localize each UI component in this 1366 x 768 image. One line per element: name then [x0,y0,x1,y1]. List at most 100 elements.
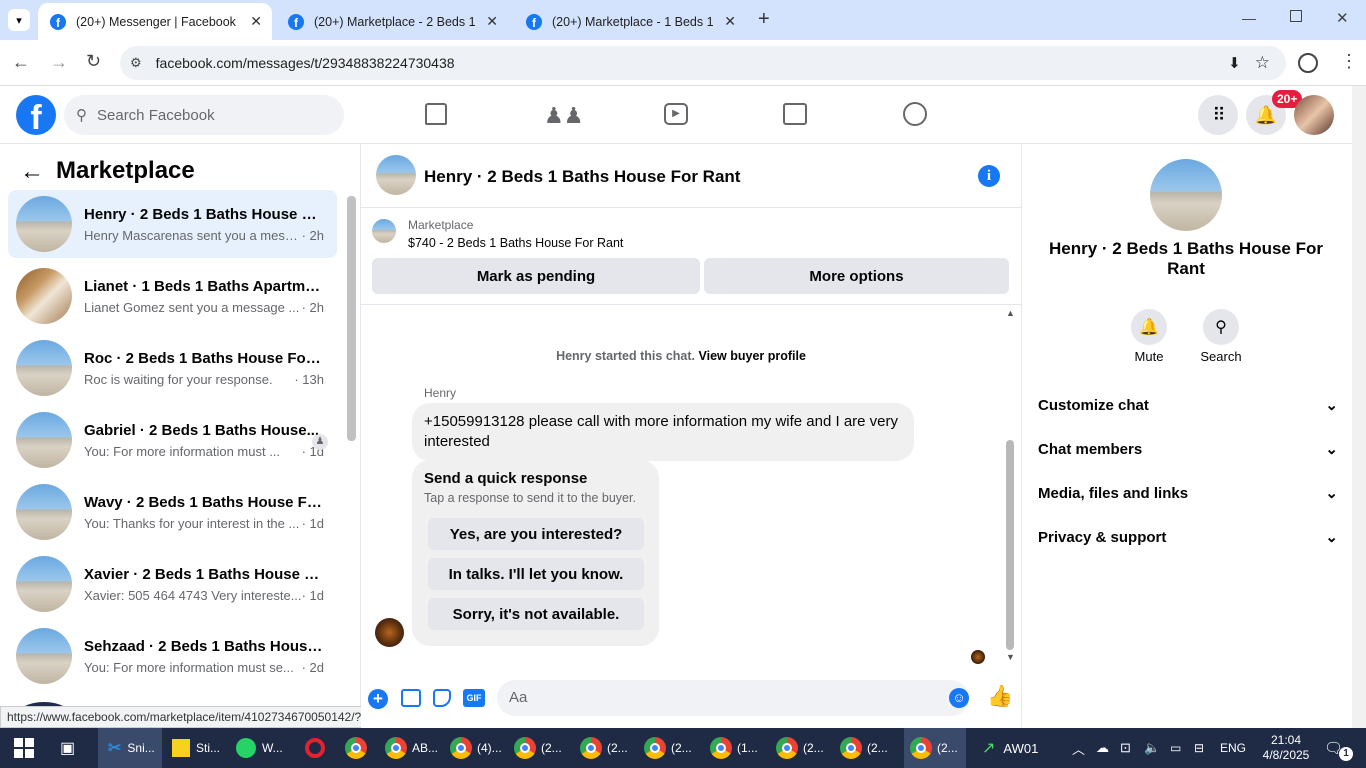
clock[interactable]: 21:04 4/8/2025 [1256,728,1316,768]
site-info-icon[interactable]: ⚙ [130,55,142,71]
conversation-item[interactable]: Lianet · 1 Beds 1 Baths Apartmen... Lian… [8,262,337,330]
taskbar-app[interactable]: AB... [385,728,438,768]
conversation-item[interactable]: Gabriel · 2 Beds 1 Baths House... You: F… [8,406,337,474]
bookmark-star-icon[interactable]: ☆ [1255,53,1270,73]
network-icon[interactable]: ☁ [1096,728,1109,768]
chat-members-section[interactable]: Chat members ⌄ [1038,427,1338,471]
input-language[interactable]: ENG [1220,728,1246,768]
listing-title[interactable]: $740 - 2 Beds 1 Baths House For Rant [408,236,623,250]
chrome-icon [910,737,932,759]
taskbar-app[interactable]: (1... [710,728,758,768]
grid-icon: ⠿ [1212,104,1225,125]
mute-button[interactable]: 🔔 [1131,309,1167,345]
tab-search-button[interactable]: ▾ [8,9,30,31]
like-thumb-icon[interactable]: 👍 [987,685,1013,709]
chat-avatar[interactable] [376,155,416,195]
chat-scrollbar-thumb[interactable] [1006,440,1014,650]
taskbar-app[interactable]: Sti... [172,728,220,768]
taskbar-app[interactable]: (2... [776,728,824,768]
quick-response-button[interactable]: Yes, are you interested? [428,518,644,550]
watch-icon[interactable]: ▶ [664,103,688,125]
message-composer-input[interactable]: Aa ☺ [497,680,969,716]
more-options-button[interactable]: More options [704,258,1009,294]
customize-chat-section[interactable]: Customize chat ⌄ [1038,383,1338,427]
window-close-button[interactable]: ✕ [1336,9,1349,27]
conversation-item[interactable]: Roc · 2 Beds 1 Baths House For R... Roc … [8,334,337,402]
search-facebook-input[interactable]: ⚲ Search Facebook [64,95,344,135]
scroll-up-arrow-icon[interactable]: ▲ [1006,308,1015,318]
tab-marketplace-1beds[interactable]: f (20+) Marketplace - 1 Beds 1 Ba ✕ [514,3,746,40]
page-scrollbar[interactable] [1352,86,1366,728]
wifi-icon[interactable]: ⊡ [1120,728,1131,768]
taskbar-app[interactable]: (2... [644,728,692,768]
photo-icon[interactable] [401,689,421,707]
facebook-favicon-icon: f [288,13,304,30]
close-icon[interactable]: ✕ [250,13,262,30]
quick-response-button[interactable]: In talks. I'll let you know. [428,558,644,590]
privacy-support-section[interactable]: Privacy & support ⌄ [1038,515,1338,559]
taskbar-app[interactable]: (4)... [450,728,502,768]
opera-icon[interactable] [305,728,325,768]
plus-icon[interactable]: + [368,689,388,709]
sticker-icon[interactable] [433,689,451,707]
task-view-icon[interactable]: ▣ [60,728,75,768]
close-icon[interactable]: ✕ [724,13,736,30]
facebook-logo[interactable]: f [16,95,56,135]
groups-icon[interactable] [903,102,927,126]
info-icon[interactable]: i [978,165,1000,187]
reload-icon[interactable]: ↻ [86,51,101,72]
friends-icon[interactable]: ♟♟ [544,103,583,129]
chrome-icon[interactable] [345,728,367,768]
search-in-conversation-button[interactable]: ⚲ [1203,309,1239,345]
chrome-menu-icon[interactable]: ⋮ [1340,51,1358,72]
show-hidden-icons-chevron-icon[interactable]: ︿ [1072,728,1085,768]
tab-marketplace-2beds[interactable]: f (20+) Marketplace - 2 Beds 1 Ba ✕ [276,3,508,40]
view-buyer-profile-link[interactable]: View buyer profile [698,349,805,363]
chat-title[interactable]: Henry · 2 Beds 1 Baths House For Rant [424,167,740,187]
listing-thumbnail [16,484,72,540]
emoji-icon[interactable]: ☺ [949,688,969,708]
stock-widget[interactable]: ↗ AW01 [982,728,1038,768]
listing-avatar[interactable] [1150,159,1222,231]
conversation-item[interactable]: Henry · 2 Beds 1 Baths House Fo... Henry… [8,190,337,258]
mark-as-pending-button[interactable]: Mark as pending [372,258,700,294]
back-arrow-icon[interactable]: ← [12,52,30,73]
taskbar-app[interactable]: (2... [580,728,628,768]
install-app-icon[interactable]: ⬇ [1228,54,1241,72]
back-arrow-icon[interactable]: ← [20,158,44,186]
minimize-button[interactable]: — [1242,10,1256,26]
conversation-item[interactable]: Wavy · 2 Beds 1 Baths House For... You: … [8,478,337,546]
new-tab-button[interactable]: + [758,8,770,31]
sidebar-scrollbar-thumb[interactable] [347,196,356,441]
battery-icon[interactable]: ▭ [1170,728,1181,768]
taskbar-app[interactable]: W... [236,728,283,768]
conversation-item[interactable]: Xavier · 2 Beds 1 Baths House Fo... Xavi… [8,550,337,618]
whatsapp-icon [236,738,256,758]
marketplace-icon[interactable] [783,103,807,125]
taskbar-app[interactable]: ✂ Sni... [98,728,162,768]
windows-start-button[interactable] [14,728,34,768]
taskbar-app[interactable]: (2... [514,728,562,768]
menu-grid-button[interactable]: ⠿ [1198,95,1238,135]
taskbar-app[interactable]: (2... [904,728,966,768]
tab-messenger[interactable]: f (20+) Messenger | Facebook ✕ [38,3,272,40]
volume-icon[interactable]: 🔈 [1144,728,1160,768]
scroll-down-arrow-icon[interactable]: ▼ [1006,652,1015,662]
quick-response-button[interactable]: Sorry, it's not available. [428,598,644,630]
conversation-item[interactable]: Sehzaad · 2 Beds 1 Baths House ... You: … [8,622,337,690]
home-icon[interactable] [425,103,447,125]
message-bubble[interactable]: +15059913128 please call with more infor… [412,403,914,461]
forward-arrow-icon[interactable]: → [50,52,68,73]
display-icon[interactable]: ⊟ [1194,728,1204,768]
profile-icon[interactable] [1298,53,1318,73]
chevron-down-icon: ⌄ [1325,441,1338,458]
account-avatar[interactable] [1294,95,1334,135]
taskbar-app[interactable]: (2... [840,728,888,768]
restore-button[interactable] [1290,10,1302,22]
omnibox[interactable]: ⚙ facebook.com/messages/t/29348838224730… [120,46,1286,80]
gif-icon[interactable]: GIF [463,689,485,707]
sender-avatar[interactable] [375,618,404,647]
close-icon[interactable]: ✕ [486,13,498,30]
quick-response-card: Send a quick response Tap a response to … [412,460,659,646]
media-files-links-section[interactable]: Media, files and links ⌄ [1038,471,1338,515]
